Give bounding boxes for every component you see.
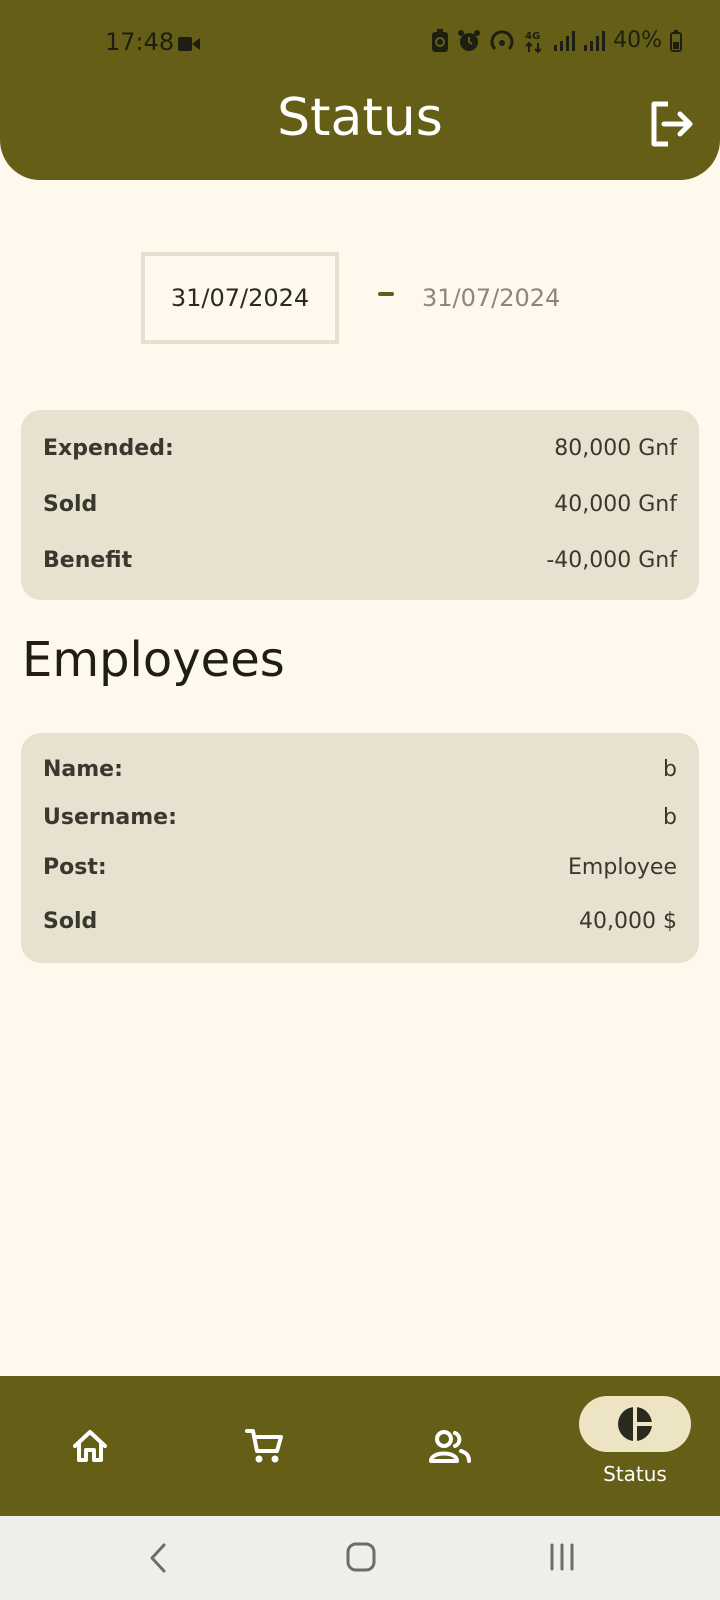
battery-percent: 40%	[613, 28, 662, 53]
video-camera-icon	[178, 37, 200, 51]
summary-label: Sold	[43, 492, 98, 517]
employee-value: Employee	[568, 855, 677, 880]
nav-cart[interactable]	[175, 1376, 355, 1516]
app-header: 17:48 4G 40% Status	[0, 0, 720, 180]
summary-row-sold: Sold 40,000 Gnf	[43, 492, 677, 517]
employee-label: Name:	[43, 757, 123, 782]
employee-value: b	[663, 805, 677, 830]
employee-row-post: Post: Employee	[43, 855, 677, 880]
bottom-navigation: Status	[0, 1376, 720, 1516]
battery-icon	[670, 29, 682, 52]
status-bar: 17:48 4G 40%	[0, 0, 720, 86]
pie-chart-icon	[618, 1407, 652, 1441]
summary-value: -40,000 Gnf	[546, 548, 677, 573]
system-navigation-bar	[0, 1516, 720, 1600]
signal-icon-2	[584, 30, 606, 51]
summary-row-benefit: Benefit -40,000 Gnf	[43, 548, 677, 573]
employee-label: Post:	[43, 855, 107, 880]
back-icon[interactable]	[148, 1542, 168, 1574]
hotspot-icon	[490, 29, 514, 50]
employee-label: Sold	[43, 909, 98, 934]
home-button-icon[interactable]	[346, 1541, 376, 1573]
employee-label: Username:	[43, 805, 177, 830]
cart-icon	[245, 1429, 283, 1463]
nav-home[interactable]	[0, 1376, 180, 1516]
employee-row-username: Username: b	[43, 805, 677, 830]
employee-value: b	[663, 757, 677, 782]
nav-status-indicator[interactable]	[579, 1396, 691, 1452]
start-date-value: 31/07/2024	[170, 284, 310, 312]
date-range-separator	[378, 292, 394, 296]
end-date-field[interactable]: 31/07/2024	[422, 280, 582, 316]
summary-row-expended: Expended: 80,000 Gnf	[43, 436, 677, 461]
summary-value: 40,000 Gnf	[554, 492, 677, 517]
status-icons: 4G 40%	[431, 28, 682, 53]
summary-value: 80,000 Gnf	[554, 436, 677, 461]
employee-row-sold: Sold 40,000 $	[43, 909, 677, 934]
employee-value: 40,000 $	[579, 909, 677, 934]
summary-label: Expended:	[43, 436, 174, 461]
signal-icon	[554, 30, 576, 51]
nav-employees[interactable]	[360, 1376, 540, 1516]
start-date-field[interactable]: 31/07/2024	[141, 252, 339, 344]
logout-icon[interactable]	[648, 100, 694, 148]
4g-icon: 4G	[525, 31, 542, 53]
end-date-value: 31/07/2024	[422, 284, 561, 312]
svg-text:4G: 4G	[525, 31, 540, 42]
page-title: Status	[277, 88, 443, 148]
summary-card: Expended: 80,000 Gnf Sold 40,000 Gnf Ben…	[21, 410, 699, 600]
summary-label: Benefit	[43, 548, 133, 573]
employees-heading: Employees	[22, 632, 285, 688]
alarm-icon	[458, 29, 481, 51]
home-icon	[73, 1430, 107, 1462]
nav-status-label[interactable]: Status	[579, 1462, 691, 1486]
people-icon	[429, 1430, 471, 1463]
status-time: 17:48	[105, 28, 175, 56]
employee-card[interactable]: Name: b Username: b Post: Employee Sold …	[21, 733, 699, 963]
employee-row-name: Name: b	[43, 757, 677, 782]
recent-apps-icon[interactable]	[548, 1542, 576, 1572]
battery-saver-icon	[432, 28, 449, 52]
